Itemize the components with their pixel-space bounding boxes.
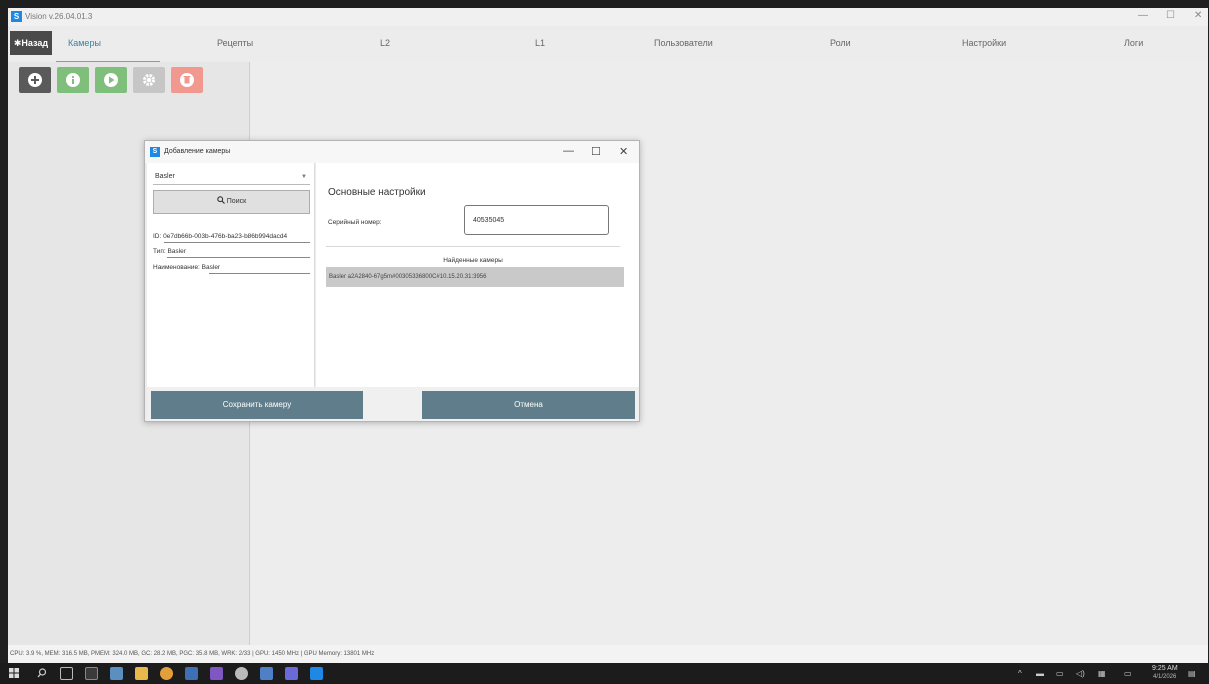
search-button[interactable]: Поиск xyxy=(153,190,310,214)
found-camera-item[interactable]: Basler a2A2840-67g5m#00305336800C#10.15.… xyxy=(326,267,624,287)
network-icon[interactable]: ▬ xyxy=(1036,669,1044,678)
dialog-footer: Сохранить камеру Отмена xyxy=(147,387,639,421)
close-icon[interactable]: ✕ xyxy=(619,145,628,158)
camera-type-select[interactable]: Basler ▼ xyxy=(153,169,310,185)
start-camera-button[interactable] xyxy=(95,67,127,93)
close-icon[interactable]: ✕ xyxy=(1194,10,1202,21)
maximize-icon[interactable]: ☐ xyxy=(1166,10,1175,21)
add-camera-dialog: S Добавление камеры — ☐ ✕ Basler ▼ Поиск… xyxy=(144,140,640,422)
app-icon-blue[interactable] xyxy=(110,667,123,680)
chrome-icon[interactable] xyxy=(160,667,173,680)
dialog-title: Добавление камеры xyxy=(164,148,231,155)
divider xyxy=(326,246,620,247)
camera-info-button[interactable] xyxy=(57,67,89,93)
tab-cameras[interactable]: Камеры xyxy=(68,38,101,48)
monitor-icon[interactable]: ▭ xyxy=(1056,669,1064,678)
serial-number-input[interactable]: 40535045 xyxy=(464,205,609,235)
camera-name: Наименование: Basler xyxy=(153,264,221,271)
play-circle-icon xyxy=(104,73,118,87)
folder-icon[interactable] xyxy=(135,667,148,680)
minimize-icon[interactable]: — xyxy=(1138,10,1148,21)
app-icon: S xyxy=(11,11,22,22)
tab-roles[interactable]: Роли xyxy=(830,38,851,48)
camera-source-panel: Basler ▼ Поиск ID: 0e7db66b-003b-476b-ba… xyxy=(147,163,315,387)
name-underline xyxy=(209,273,310,274)
info-circle-icon xyxy=(66,73,80,87)
volume-icon[interactable]: ◁) xyxy=(1076,669,1085,678)
keyboard-icon[interactable]: ▦ xyxy=(1098,669,1106,678)
status-text: CPU: 3.9 %, MEM: 316.5 MB, PMEM: 324.0 M… xyxy=(10,651,375,657)
cancel-button[interactable]: Отмена xyxy=(422,391,635,419)
chevron-up-icon[interactable]: ^ xyxy=(1018,669,1022,678)
top-nav: ✱Назад Камеры Рецепты L2 L1 Пользователи… xyxy=(8,30,1208,63)
save-camera-button[interactable]: Сохранить камеру xyxy=(151,391,363,419)
back-button-label: Назад xyxy=(21,38,49,48)
vision-app-icon[interactable] xyxy=(310,667,323,680)
tab-l2[interactable]: L2 xyxy=(380,38,390,48)
back-button[interactable]: ✱Назад xyxy=(10,31,52,55)
type-underline xyxy=(167,257,310,258)
title-bar: S Vision v.26.04.01.3 — ☐ ✕ xyxy=(8,8,1208,26)
camera-settings-button[interactable] xyxy=(133,67,165,93)
maximize-icon[interactable]: ☐ xyxy=(591,145,601,158)
serial-number-label: Серийный номер: xyxy=(328,219,382,226)
tab-recipes[interactable]: Рецепты xyxy=(217,38,253,48)
app-icon: S xyxy=(150,147,160,157)
gear-icon xyxy=(143,74,155,86)
app-icon-purple[interactable] xyxy=(285,667,298,680)
chevron-down-icon: ▼ xyxy=(301,174,307,180)
dialog-title-bar: S Добавление камеры — ☐ ✕ xyxy=(145,141,639,163)
section-title: Основные настройки xyxy=(328,187,426,198)
visual-studio-icon[interactable] xyxy=(210,667,223,680)
search-icon xyxy=(217,196,225,204)
battery-icon[interactable]: ▭ xyxy=(1124,669,1132,678)
id-underline xyxy=(164,242,310,243)
gear-icon[interactable] xyxy=(235,667,248,680)
editor-icon[interactable] xyxy=(185,667,198,680)
terminal-icon[interactable] xyxy=(85,667,98,680)
camera-type: Тип: Basler xyxy=(153,248,186,255)
tab-logs[interactable]: Логи xyxy=(1124,38,1143,48)
mail-icon[interactable] xyxy=(260,667,273,680)
task-view-icon[interactable] xyxy=(60,667,73,680)
camera-settings-panel: Основные настройки Серийный номер: 40535… xyxy=(316,163,639,387)
camera-type-value: Basler xyxy=(155,173,175,180)
notifications-icon[interactable]: ▤ xyxy=(1188,669,1196,678)
windows-start-icon[interactable] xyxy=(9,668,19,678)
tab-settings[interactable]: Настройки xyxy=(962,38,1006,48)
os-taskbar: ^ ▬ ▭ ◁) ▦ ▭ 9:25 AM 4/1/2026 ▤ xyxy=(0,663,1209,684)
search-icon[interactable] xyxy=(37,668,47,678)
add-camera-button[interactable] xyxy=(19,67,51,93)
plus-circle-icon xyxy=(28,73,42,87)
tab-l1[interactable]: L1 xyxy=(535,38,545,48)
clock-date[interactable]: 4/1/2026 xyxy=(1153,674,1176,680)
app-title: Vision v.26.04.01.3 xyxy=(25,12,93,21)
search-button-label: Поиск xyxy=(226,198,247,205)
found-cameras-title: Найденные камеры xyxy=(443,257,503,264)
camera-id: ID: 0e7db66b-003b-476b-ba23-b86b994dacd4 xyxy=(153,233,288,240)
delete-camera-button[interactable] xyxy=(171,67,203,93)
minimize-icon[interactable]: — xyxy=(563,145,574,157)
trash-circle-icon xyxy=(180,73,194,87)
tab-users[interactable]: Пользователи xyxy=(654,38,713,48)
status-bar: CPU: 3.9 %, MEM: 316.5 MB, PMEM: 324.0 M… xyxy=(8,645,1208,663)
clock-time[interactable]: 9:25 AM xyxy=(1152,665,1178,672)
